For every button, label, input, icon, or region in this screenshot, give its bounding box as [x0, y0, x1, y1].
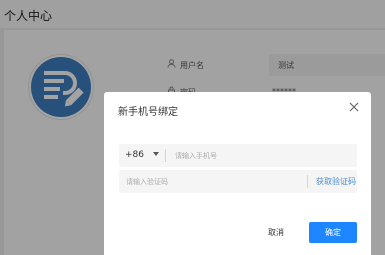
field-divider [307, 175, 308, 188]
phone-field: +86 [119, 144, 357, 167]
country-code-select[interactable]: +86 [125, 150, 144, 160]
code-field: 获取验证码 [119, 170, 357, 193]
close-icon [349, 102, 359, 112]
bind-phone-modal: 新手机号绑定 +86 获取验证码 取消 确定 [104, 92, 371, 255]
close-button[interactable] [346, 99, 362, 115]
cancel-button[interactable]: 取消 [254, 222, 298, 244]
field-divider [165, 149, 166, 162]
get-code-link[interactable]: 获取验证码 [316, 176, 356, 187]
verification-code-input[interactable] [126, 170, 306, 193]
chevron-down-icon[interactable] [153, 152, 159, 156]
modal-title: 新手机号绑定 [118, 107, 178, 118]
confirm-button[interactable]: 确定 [309, 222, 357, 243]
phone-input[interactable] [175, 144, 350, 167]
